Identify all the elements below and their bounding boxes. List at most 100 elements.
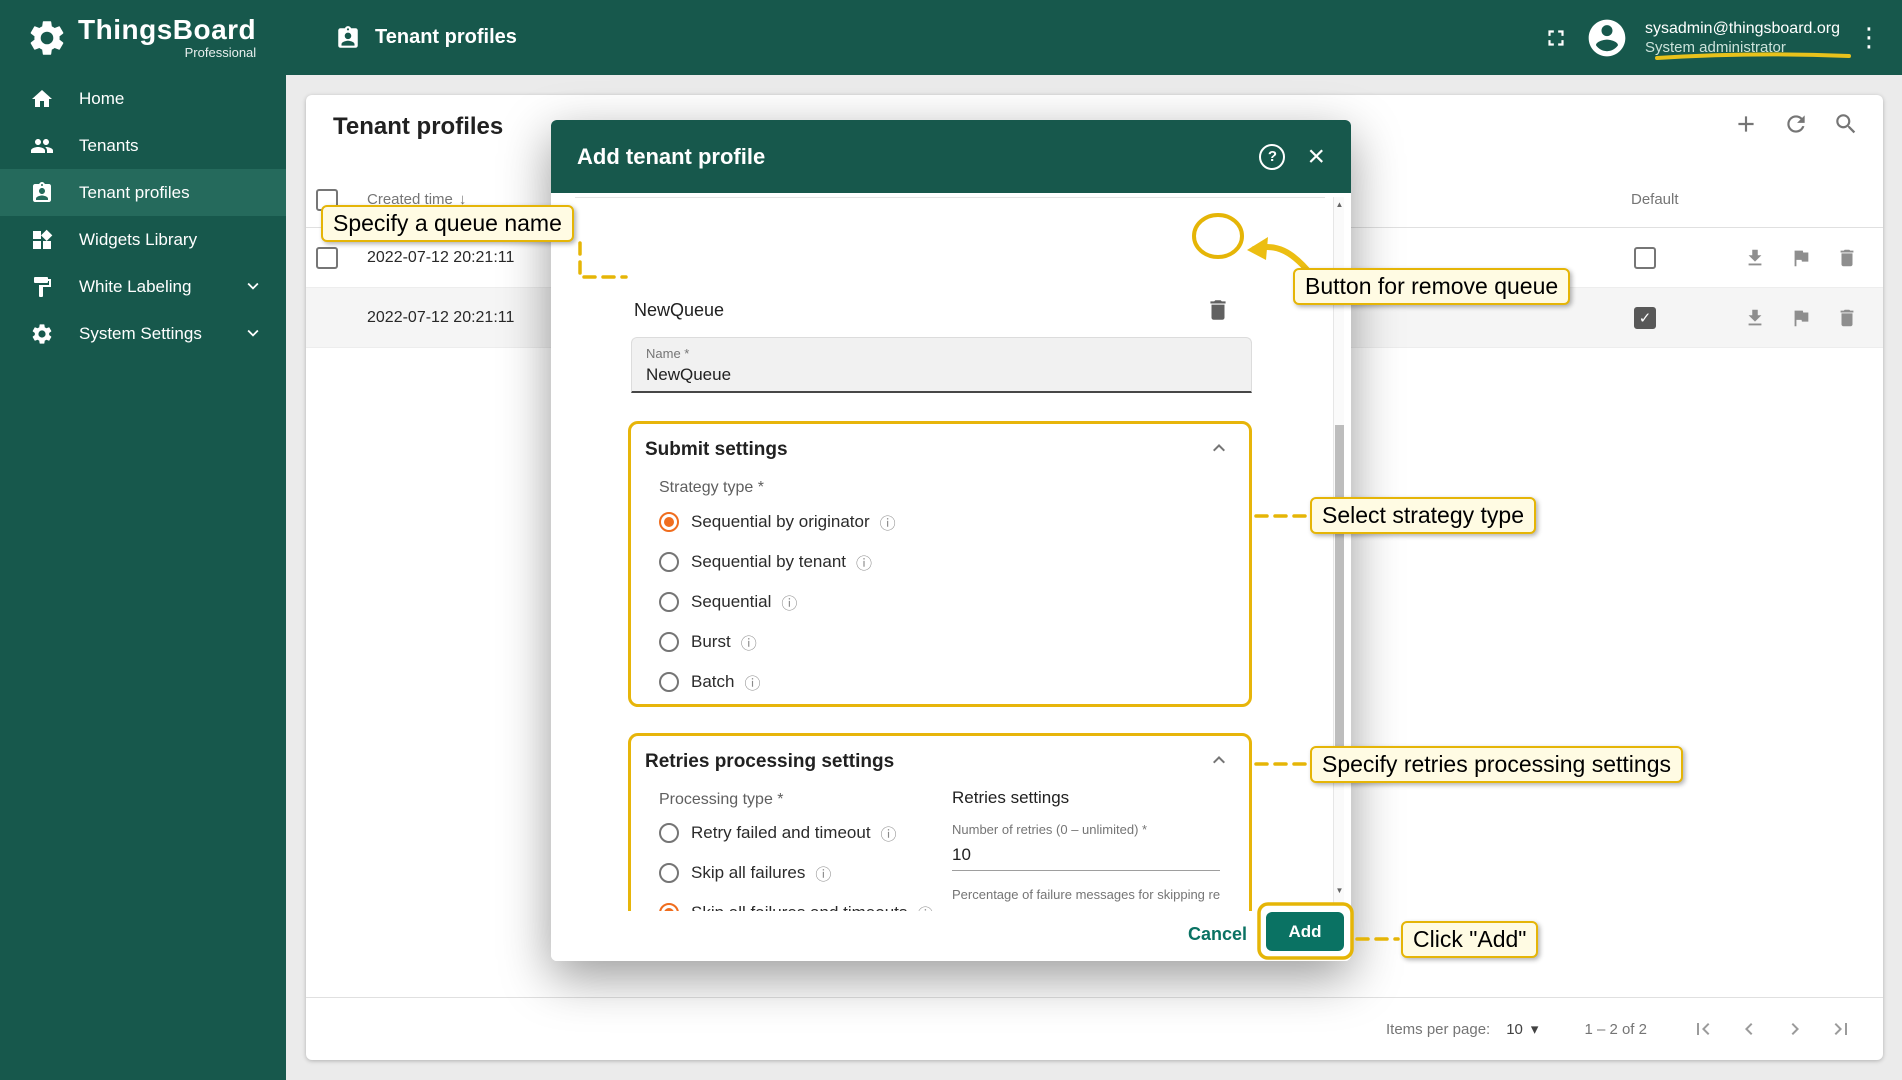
add-tenant-profile-dialog: Add tenant profile ? × NewQueue Name * N… — [551, 120, 1351, 961]
failure-percentage-label: Percentage of failure messages for skipp… — [952, 887, 1220, 902]
radio-retry-failed-and-timeout[interactable]: Retry failed and timeout ⓘ — [659, 819, 933, 847]
add-button[interactable]: Add — [1266, 912, 1344, 951]
radio-skip-all-failures[interactable]: Skip all failures ⓘ — [659, 859, 933, 887]
check-icon: ✓ — [1638, 310, 1652, 327]
people-icon — [30, 134, 54, 158]
info-icon[interactable]: ⓘ — [741, 630, 757, 654]
info-icon[interactable]: ⓘ — [781, 590, 797, 614]
radio-button[interactable] — [659, 592, 679, 612]
sidebar-item-widgets-library[interactable]: Widgets Library — [0, 216, 286, 263]
annotation-specify-queue-name: Specify a queue name — [321, 205, 574, 242]
field-value: NewQueue — [646, 365, 732, 384]
default-checkbox[interactable] — [1634, 247, 1656, 269]
last-page-icon[interactable] — [1829, 1017, 1853, 1041]
radio-button[interactable] — [659, 632, 679, 652]
tenant-profile-icon — [30, 181, 54, 205]
number-of-retries-input[interactable]: 10 — [952, 845, 971, 865]
processing-radio-group: Retry failed and timeout ⓘ Skip all fail… — [659, 819, 933, 911]
strategy-radio-group: Sequential by originator ⓘ Sequential by… — [659, 508, 896, 708]
download-icon[interactable] — [1744, 247, 1766, 269]
radio-button[interactable] — [659, 672, 679, 692]
info-icon[interactable]: ⓘ — [744, 670, 760, 694]
brand-logo[interactable]: ThingsBoard Professional — [0, 15, 286, 60]
strategy-type-label: Strategy type * — [659, 479, 764, 496]
first-page-icon[interactable] — [1691, 1017, 1715, 1041]
flag-icon[interactable] — [1790, 247, 1812, 269]
cancel-button[interactable]: Cancel — [1188, 924, 1247, 945]
user-info: sysadmin@thingsboard.org System administ… — [1645, 19, 1840, 57]
sidebar-item-home[interactable]: Home — [0, 75, 286, 122]
sidebar-item-tenants[interactable]: Tenants — [0, 122, 286, 169]
user-role: System administrator — [1644, 38, 1786, 56]
download-icon[interactable] — [1744, 307, 1766, 329]
radio-skip-all-failures-and-timeouts[interactable]: Skip all failures and timeouts ⓘ — [659, 899, 933, 911]
sidebar-item-tenant-profiles[interactable]: Tenant profiles — [0, 169, 286, 216]
sidebar-item-white-labeling[interactable]: White Labeling — [0, 263, 286, 310]
radio-button[interactable] — [659, 903, 679, 911]
annotation-retries-settings: Specify retries processing settings — [1310, 746, 1683, 783]
delete-icon[interactable] — [1836, 307, 1858, 329]
add-icon[interactable] — [1733, 111, 1759, 137]
scroll-down-icon[interactable]: ▼ — [1334, 886, 1345, 895]
annotation-click-add: Click "Add" — [1401, 921, 1539, 958]
items-per-page-label: Items per page: — [1385, 1020, 1491, 1038]
pagination-nav — [1691, 1017, 1853, 1041]
radio-button[interactable] — [659, 863, 679, 883]
default-checkbox[interactable]: ✓ — [1634, 307, 1656, 329]
radio-batch[interactable]: Batch ⓘ — [659, 668, 896, 696]
annotation-select-strategy: Select strategy type — [1310, 497, 1536, 534]
radio-burst[interactable]: Burst ⓘ — [659, 628, 896, 656]
info-icon[interactable]: ⓘ — [856, 550, 872, 574]
fullscreen-icon[interactable] — [1543, 25, 1569, 51]
scroll-up-icon[interactable]: ▲ — [1334, 200, 1345, 209]
gear-logo-icon — [26, 17, 68, 59]
avatar[interactable] — [1585, 16, 1629, 60]
sidebar-nav: Home Tenants Tenant profiles Widgets Lib… — [0, 75, 286, 1080]
scrollbar-thumb[interactable] — [1335, 425, 1344, 776]
items-per-page-select[interactable]: 10 ▾ — [1506, 1020, 1539, 1039]
home-icon — [30, 87, 54, 111]
collapse-chevron-icon[interactable] — [1207, 748, 1231, 772]
prev-page-icon[interactable] — [1737, 1017, 1761, 1041]
caret-down-icon: ▾ — [1530, 1021, 1539, 1038]
help-icon[interactable]: ? — [1259, 143, 1286, 170]
retries-processing-section: Retries processing settings Processing t… — [628, 733, 1252, 911]
thingsboard-app: ThingsBoard Professional Tenant profiles… — [0, 0, 1902, 1080]
column-default[interactable]: Default — [1631, 191, 1679, 208]
info-icon[interactable]: ⓘ — [880, 510, 896, 534]
widgets-icon — [30, 228, 54, 252]
radio-sequential-by-tenant[interactable]: Sequential by tenant ⓘ — [659, 548, 896, 576]
delete-icon[interactable] — [1836, 247, 1858, 269]
cell-created-time: 2022-07-12 20:21:11 — [367, 249, 515, 266]
chevron-down-icon — [242, 275, 264, 297]
dialog-footer: Cancel Add — [551, 911, 1351, 961]
row-checkbox[interactable] — [316, 247, 338, 269]
info-icon[interactable]: ⓘ — [815, 861, 831, 885]
sidebar-item-system-settings[interactable]: System Settings — [0, 310, 286, 357]
close-icon[interactable]: × — [1307, 141, 1325, 171]
submit-settings-section: Submit settings Strategy type * Sequenti… — [628, 421, 1252, 707]
user-email: sysadmin@thingsboard.org — [1644, 19, 1840, 37]
page-header: Tenant profiles — [335, 25, 517, 51]
dialog-header: Add tenant profile ? × — [551, 120, 1351, 193]
radio-button[interactable] — [659, 552, 679, 572]
radio-button[interactable] — [659, 512, 679, 532]
radio-sequential[interactable]: Sequential ⓘ — [659, 588, 896, 616]
next-page-icon[interactable] — [1783, 1017, 1807, 1041]
processing-type-label: Processing type * — [659, 791, 784, 808]
flag-icon[interactable] — [1790, 307, 1812, 329]
info-icon[interactable]: ⓘ — [881, 821, 897, 845]
radio-button[interactable] — [659, 823, 679, 843]
kebab-menu-icon[interactable]: ⋮ — [1856, 22, 1882, 53]
pagination-bar: Items per page: 10 ▾ 1 – 2 of 2 — [306, 997, 1883, 1060]
info-icon[interactable]: ⓘ — [917, 901, 933, 911]
remove-queue-trash-icon[interactable] — [1205, 297, 1231, 323]
search-icon[interactable] — [1833, 111, 1859, 137]
queue-name-input[interactable]: Name * NewQueue — [631, 337, 1252, 393]
collapse-chevron-icon[interactable] — [1207, 436, 1231, 460]
dialog-body: NewQueue Name * NewQueue Submit settings… — [551, 193, 1351, 911]
refresh-icon[interactable] — [1783, 111, 1809, 137]
radio-sequential-by-originator[interactable]: Sequential by originator ⓘ — [659, 508, 896, 536]
number-of-retries-label: Number of retries (0 – unlimited) * — [952, 822, 1148, 837]
input-underline — [952, 870, 1220, 871]
